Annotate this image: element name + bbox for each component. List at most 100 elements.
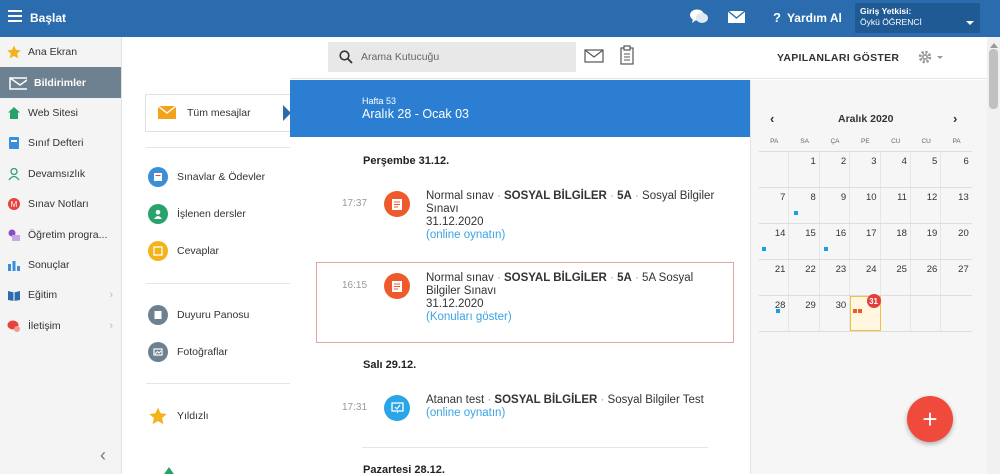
- divider: [146, 283, 292, 284]
- scrollbar-thumb[interactable]: [989, 49, 998, 109]
- folder-label: Duyuru Panosu: [177, 309, 250, 321]
- scrollbar[interactable]: [987, 37, 1000, 474]
- folder-label: Cevaplar: [177, 245, 220, 257]
- calendar-day[interactable]: 17: [850, 224, 881, 259]
- week-header: Hafta 53 Aralık 28 - Ocak 03: [290, 80, 750, 137]
- sidebar-item-iletisim[interactable]: İletişim ›: [0, 311, 121, 341]
- calendar-day[interactable]: 23: [820, 260, 851, 295]
- folder-photos[interactable]: Fotoğraflar: [148, 342, 228, 362]
- calendar-day[interactable]: [759, 152, 790, 187]
- show-done-button[interactable]: YAPILANLARI GÖSTER: [777, 52, 899, 64]
- prev-month-icon[interactable]: ‹: [770, 111, 774, 126]
- weekday: ÇA: [830, 138, 840, 145]
- gear-icon[interactable]: [918, 50, 932, 67]
- sidebar-item-label: Eğitim: [28, 289, 58, 302]
- calendar-day[interactable]: 21: [759, 260, 790, 295]
- exam-icon: [384, 273, 410, 299]
- folder-exams[interactable]: Sınavlar & Ödevler: [148, 167, 265, 187]
- sidebar-item-sinav-notlari[interactable]: M Sınav Notları: [0, 189, 121, 219]
- calendar-day[interactable]: 24: [850, 260, 881, 295]
- sidebar-item-ana-ekran[interactable]: Ana Ekran: [0, 37, 121, 67]
- calendar-day[interactable]: 30: [820, 296, 851, 331]
- calendar-day[interactable]: 1: [789, 152, 820, 187]
- calendar-day[interactable]: 4: [881, 152, 911, 187]
- divider: [362, 447, 708, 448]
- calendar-day[interactable]: 20: [941, 224, 971, 259]
- calendar-week: 21 22 23 24 25 26 27: [759, 260, 972, 296]
- calendar-day[interactable]: 16: [820, 224, 851, 259]
- folder-lessons[interactable]: İşlenen dersler: [148, 204, 246, 224]
- calendar-day[interactable]: 11: [881, 188, 911, 223]
- calendar-day[interactable]: [941, 296, 971, 331]
- divider: [146, 147, 292, 148]
- collapse-sidebar-icon[interactable]: ‹: [100, 445, 106, 466]
- calendar-day[interactable]: 22: [789, 260, 820, 295]
- next-month-icon[interactable]: ›: [953, 111, 957, 126]
- calendar-day[interactable]: 6: [941, 152, 971, 187]
- event-class: 5A: [617, 190, 632, 202]
- calendar-day[interactable]: 29: [776, 296, 820, 331]
- hamburger-menu-icon[interactable]: [8, 10, 22, 22]
- calendar-day[interactable]: 18: [881, 224, 911, 259]
- play-online-link[interactable]: (online oynatın): [426, 229, 505, 241]
- calendar-day[interactable]: 8: [789, 188, 820, 223]
- sidebar-item-sonuclar[interactable]: Sonuçlar: [0, 250, 121, 280]
- sidebar-item-ogretim-programi[interactable]: Öğretim progra...: [0, 219, 121, 249]
- folder-starred[interactable]: Yıldızlı: [148, 406, 209, 426]
- search-input[interactable]: Arama Kutucuğu: [328, 42, 576, 72]
- folder-all-messages[interactable]: Tüm mesajlar: [145, 94, 291, 132]
- weekday: PE: [861, 138, 870, 145]
- calendar-day[interactable]: [911, 296, 942, 331]
- calendar-day[interactable]: 5: [911, 152, 942, 187]
- calendar-day[interactable]: 12: [911, 188, 942, 223]
- answer-icon: [148, 241, 168, 261]
- sidebar-item-label: Sınav Notları: [28, 198, 89, 211]
- mail-icon[interactable]: [727, 10, 746, 26]
- event-time: 16:15: [342, 280, 368, 291]
- role-selector[interactable]: Giriş Yetkisi: Öykü ÖĞRENCİ: [855, 3, 980, 33]
- folder-answers[interactable]: Cevaplar: [148, 241, 219, 261]
- calendar-day[interactable]: 15: [789, 224, 820, 259]
- sidebar-item-web-sitesi[interactable]: Web Sitesi: [0, 98, 121, 128]
- folder-bulletin[interactable]: Duyuru Panosu: [148, 305, 249, 325]
- star-icon: [148, 406, 168, 426]
- folder-label: Tüm mesajlar: [187, 106, 251, 119]
- chat-icon[interactable]: [690, 9, 708, 28]
- calendar-day[interactable]: [881, 296, 911, 331]
- calendar-day[interactable]: 25: [881, 260, 911, 295]
- calendar-day[interactable]: 27: [941, 260, 971, 295]
- calendar-day[interactable]: 3: [850, 152, 881, 187]
- home-icon: [8, 106, 20, 119]
- calendar-day[interactable]: 28: [759, 296, 790, 331]
- start-button[interactable]: Başlat: [30, 11, 66, 25]
- calendar-day[interactable]: 19: [911, 224, 942, 259]
- play-online-link[interactable]: (online oynatın): [426, 407, 505, 419]
- weekday: CU: [921, 138, 931, 145]
- day-number: 16: [835, 228, 847, 239]
- scroll-up-icon[interactable]: [990, 39, 998, 48]
- clipboard-icon[interactable]: [620, 45, 634, 68]
- event-marker: [776, 309, 781, 313]
- calendar-day[interactable]: 7: [759, 188, 790, 223]
- calendar-day[interactable]: 26: [911, 260, 942, 295]
- calendar-day[interactable]: 13: [941, 188, 971, 223]
- calendar-day-today[interactable]: 31: [850, 294, 881, 331]
- chevron-down-icon[interactable]: [937, 56, 943, 62]
- calendar-day[interactable]: 9: [820, 188, 851, 223]
- sidebar-item-bildirimler[interactable]: Bildirimler: [0, 67, 121, 98]
- show-topics-link[interactable]: (Konuları göster): [426, 311, 512, 323]
- sidebar-item-egitim[interactable]: Eğitim ›: [0, 280, 121, 310]
- calendar-day[interactable]: 2: [820, 152, 851, 187]
- sidebar-item-devamsizlik[interactable]: Devamsızlık: [0, 159, 121, 189]
- calendar-day[interactable]: 10: [850, 188, 881, 223]
- help-button[interactable]: ? Yardım Al: [773, 10, 842, 25]
- calendar-day[interactable]: 14: [759, 224, 790, 259]
- sidebar-item-sinif-defteri[interactable]: Sınıf Defteri: [0, 128, 121, 158]
- calendar-week: 14 15 16 17 18 19 20: [759, 224, 972, 260]
- add-button[interactable]: +: [907, 396, 953, 442]
- event-marker: [823, 247, 828, 251]
- folder-label: Fotoğraflar: [177, 346, 228, 358]
- compose-mail-icon[interactable]: [584, 49, 604, 66]
- chevron-right-icon: ›: [109, 319, 113, 332]
- event-marker: [794, 211, 799, 215]
